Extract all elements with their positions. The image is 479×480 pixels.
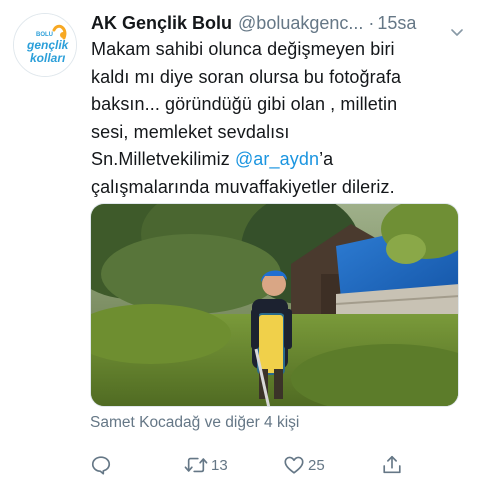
share-button[interactable] [381, 452, 403, 478]
tweet-actions: 13 25 [90, 452, 459, 478]
mention-link[interactable]: @ar_aydn [235, 149, 319, 169]
tweet-text-fragment: ’a [319, 149, 334, 169]
tweet-text-line: çalışmalarında muvaffakiyetler dileriz. [91, 176, 395, 197]
retweet-button[interactable]: 13 [184, 452, 228, 478]
author-display-name[interactable]: AK Gençlik Bolu [91, 10, 232, 36]
gencilik-kollari-logo: BOLU gençlik kolları [14, 14, 76, 76]
tweet-header: AK Gençlik Bolu @boluakgenc... · 15sa [91, 10, 467, 36]
tweet-text: Makam sahibi olunca değişmeyen biri kald… [91, 36, 467, 201]
avatar[interactable]: BOLU gençlik kolları [13, 13, 77, 77]
reply-icon [91, 456, 111, 475]
tweet-text-line-mention: Sn.Milletvekilimiz @ar_aydn’a [91, 146, 467, 174]
reply-button[interactable] [90, 452, 115, 478]
tweet-text-line: kaldı mı diye soran olursa bu fotoğrafa [91, 66, 402, 87]
tweet-timestamp[interactable]: 15sa [377, 10, 416, 36]
heart-icon [284, 456, 304, 474]
tagged-users[interactable]: Samet Kocadağ ve diğer 4 kişi [90, 413, 299, 433]
like-button[interactable]: 25 [283, 452, 325, 478]
share-icon [383, 455, 401, 474]
chevron-down-icon[interactable] [451, 18, 463, 36]
retweet-icon [184, 457, 208, 473]
header-separator: · [368, 13, 375, 33]
tweet-text-line: Makam sahibi olunca değişmeyen biri [91, 39, 395, 59]
tweet-text-line: baksın... göründüğü gibi olan , milletin [91, 94, 398, 114]
photo-image [91, 204, 458, 406]
tweet-text-line: sesi, memleket sevdalısı [91, 121, 290, 142]
tweet-photo[interactable] [90, 203, 459, 407]
like-count: 25 [308, 456, 325, 474]
logo-line1: gençlik [26, 38, 70, 52]
author-handle[interactable]: @boluakgenc... [238, 10, 363, 36]
tweet-text-fragment: Sn.Milletvekilimiz [91, 149, 235, 169]
logo-line2: kolları [30, 51, 66, 65]
retweet-count: 13 [211, 456, 228, 474]
